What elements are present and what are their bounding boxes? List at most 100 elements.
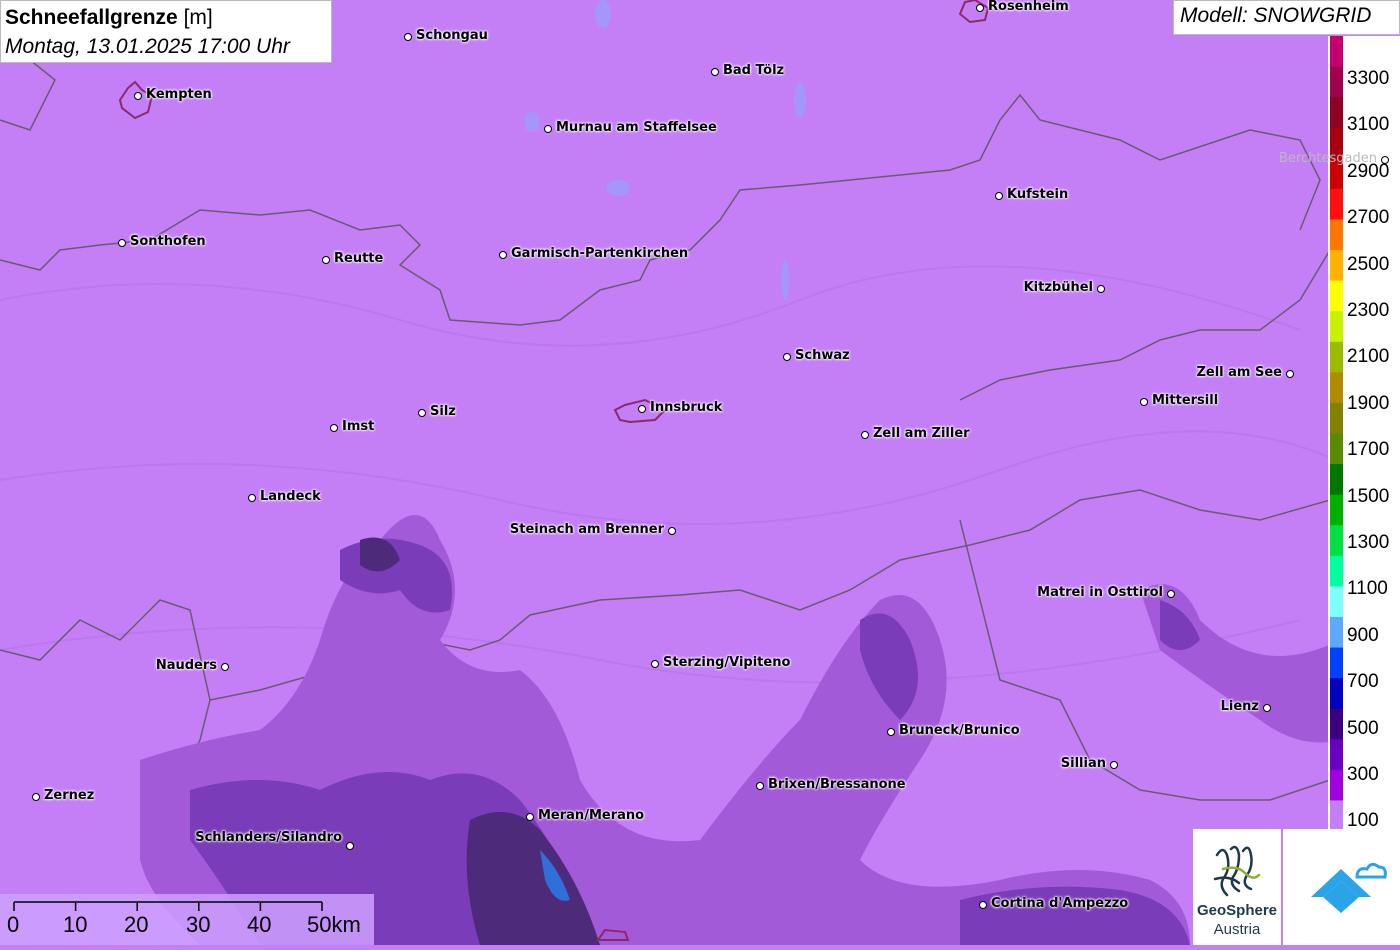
geosphere-logo-icon <box>1213 845 1261 897</box>
scale-tick-20: 20 <box>124 912 149 937</box>
city-label: Kufstein <box>1007 187 1069 202</box>
map-canvas[interactable] <box>0 0 1400 945</box>
city-marker <box>638 405 646 413</box>
city-label: Silz <box>430 404 456 419</box>
city-label: Landeck <box>260 489 321 504</box>
legend-label: 500 <box>1347 717 1379 739</box>
map-title-box: Schneefallgrenze [m] Montag, 13.01.2025 … <box>0 0 332 63</box>
scale-tick-0: 0 <box>7 912 20 937</box>
legend-swatch <box>1330 402 1343 434</box>
legend-swatch <box>1330 341 1343 373</box>
legend-label: 300 <box>1347 764 1379 785</box>
city-marker <box>248 494 256 502</box>
city-label: Cortina d'Ampezzo <box>991 896 1129 911</box>
city-label: Matrei in Osttirol <box>1037 585 1163 600</box>
legend-label: 700 <box>1347 671 1379 693</box>
legend-swatch <box>1330 97 1343 129</box>
city-marker <box>711 68 719 76</box>
geosphere-name: GeoSphere <box>1196 902 1278 919</box>
city-marker <box>134 92 142 100</box>
scale-tick-50: 50km <box>307 912 361 937</box>
city-marker <box>1286 370 1294 378</box>
city-marker <box>221 663 229 671</box>
city-label: Berchtesgaden <box>1279 151 1377 166</box>
city-marker <box>976 4 984 12</box>
city-label: Sonthofen <box>130 234 206 249</box>
legend-label: 900 <box>1347 624 1379 646</box>
city-label: Bruneck/Brunico <box>899 723 1020 738</box>
city-marker <box>1140 398 1148 406</box>
city-marker <box>1097 285 1105 293</box>
legend-swatch <box>1330 555 1343 587</box>
city-label: Zernez <box>44 788 95 803</box>
city-marker <box>322 256 330 264</box>
legend-label: 3300 <box>1347 68 1390 89</box>
legend-swatch <box>1330 678 1343 710</box>
legend-swatch <box>1330 219 1343 251</box>
legend-swatch <box>1330 433 1343 465</box>
city-label: Sillian <box>1060 756 1106 771</box>
city-marker <box>861 431 869 439</box>
city-marker <box>330 424 338 432</box>
city-marker <box>1110 761 1118 769</box>
city-marker <box>1381 156 1389 164</box>
legend-swatch <box>1330 464 1343 496</box>
city-marker <box>499 251 507 259</box>
city-label: Zell am Ziller <box>873 426 970 441</box>
city-label: Mittersill <box>1152 393 1219 408</box>
scale-tick-40: 40 <box>247 912 272 937</box>
city-label: Steinach am Brenner <box>509 522 664 537</box>
legend-swatch <box>1330 769 1343 801</box>
legend-label: 2500 <box>1347 253 1390 275</box>
legend-swatch <box>1330 800 1343 831</box>
city-label: Murnau am Staffelsee <box>556 120 717 135</box>
legend-swatch <box>1330 494 1343 526</box>
city-marker <box>1263 704 1271 712</box>
city-marker <box>979 901 987 909</box>
city-label: Meran/Merano <box>538 808 645 823</box>
city-label: Zell am See <box>1196 365 1282 380</box>
city-label: Reutte <box>334 251 384 266</box>
legend-swatch <box>1330 525 1343 557</box>
legend-label: 2300 <box>1347 300 1390 321</box>
legend-label: 1700 <box>1347 439 1390 461</box>
city-marker <box>346 842 354 850</box>
city-marker <box>118 239 126 247</box>
legend-swatch <box>1330 36 1343 68</box>
city-label: Nauders <box>155 658 217 673</box>
mountain-cloud-icon <box>1311 862 1387 913</box>
city-marker <box>1167 590 1175 598</box>
city-label: Garmisch-Partenkirchen <box>511 246 689 261</box>
city-marker <box>783 353 791 361</box>
legend-label: 1900 <box>1347 392 1390 414</box>
city-marker <box>756 782 764 790</box>
city-label: Bad Tölz <box>723 63 785 78</box>
city-marker <box>887 728 895 736</box>
city-marker <box>668 527 676 535</box>
legend-label: 2700 <box>1347 207 1390 229</box>
city-label: Innsbruck <box>650 400 723 415</box>
model-label: Modell: SNOWGRID <box>1173 0 1400 35</box>
city-label: Sterzing/Vipiteno <box>663 655 791 670</box>
legend-swatch <box>1330 372 1343 404</box>
scale-tick-10: 10 <box>63 912 88 937</box>
city-label: Imst <box>342 419 375 434</box>
city-label: Kempten <box>146 87 212 102</box>
title-text: Schneefallgrenze <box>5 6 178 29</box>
legend-label: 3100 <box>1347 114 1390 136</box>
city-label: Rosenheim <box>988 0 1069 14</box>
map-datetime: Montag, 13.01.2025 17:00 Uhr <box>5 35 290 58</box>
scale-tick-30: 30 <box>186 912 211 937</box>
city-label: Schongau <box>416 28 488 43</box>
city-marker <box>995 192 1003 200</box>
city-label: Lienz <box>1220 699 1259 714</box>
legend-swatch <box>1330 250 1343 282</box>
snowgrid-logo[interactable] <box>1283 829 1400 945</box>
geosphere-sub: Austria <box>1213 921 1261 938</box>
legend-label: 1500 <box>1347 485 1390 507</box>
legend-swatch <box>1330 188 1343 220</box>
legend-swatch <box>1330 616 1343 649</box>
city-marker <box>544 125 552 133</box>
city-marker <box>418 409 426 417</box>
geosphere-logo[interactable]: GeoSphere Austria <box>1193 829 1281 945</box>
